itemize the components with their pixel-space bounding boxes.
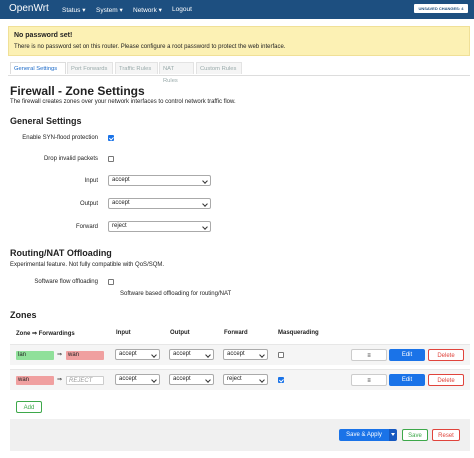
zone-input-value: accept <box>119 376 137 382</box>
sw-offload-checkbox[interactable] <box>108 279 114 285</box>
sw-offload-help: Software based offloading for routing/NA… <box>120 291 232 297</box>
nav-status[interactable]: Status ▾ <box>62 6 86 14</box>
zone-name-chip: lan <box>16 351 54 360</box>
forward-target-chip: REJECT <box>66 376 104 385</box>
masquerading-checkbox[interactable] <box>278 377 284 383</box>
forward-policy-select[interactable]: reject <box>108 221 211 232</box>
drag-handle-icon[interactable]: ≡ <box>351 374 387 386</box>
top-nav-bar: OpenWrt Status ▾ System ▾ Network ▾ Logo… <box>0 0 474 19</box>
alert-message: There is no password set on this router.… <box>14 44 286 50</box>
zone-input-select[interactable]: accept <box>115 374 160 385</box>
output-policy-select[interactable]: accept <box>108 198 211 209</box>
chevron-down-icon <box>202 224 208 230</box>
nav-logout[interactable]: Logout <box>172 6 192 13</box>
col-forward: Forward <box>224 330 248 336</box>
chevron-down-icon <box>202 178 208 184</box>
save-apply-button[interactable]: Save & Apply <box>339 429 389 441</box>
forward-policy-label: Forward <box>75 224 98 230</box>
zone-row-lan: lan ⇒ wan accept accept accept ≡ Edit De… <box>10 344 470 365</box>
masquerading-checkbox[interactable] <box>278 352 284 358</box>
chevron-down-icon <box>205 377 211 383</box>
chevron-down-icon <box>151 352 157 358</box>
action-footer: Save & Apply Save Reset <box>10 419 470 451</box>
offloading-note: Experimental feature. Not fully compatib… <box>10 262 165 268</box>
forward-arrow-icon: ⇒ <box>57 352 63 358</box>
tab-bar: General Settings Port Forwards Traffic R… <box>8 62 470 84</box>
page-description: The firewall creates zones over your net… <box>10 99 236 105</box>
zone-name-chip: wan <box>16 376 54 385</box>
zone-output-select[interactable]: accept <box>169 374 214 385</box>
tab-traffic-rules[interactable]: Traffic Rules <box>115 62 158 74</box>
delete-button[interactable]: Delete <box>428 374 464 386</box>
edit-button[interactable]: Edit <box>389 349 425 361</box>
save-button[interactable]: Save <box>402 429 428 441</box>
drop-invalid-checkbox[interactable] <box>108 156 114 162</box>
zone-output-value: accept <box>173 351 191 357</box>
chevron-down-icon <box>205 352 211 358</box>
forward-policy-value: reject <box>112 223 127 229</box>
edit-button[interactable]: Edit <box>389 374 425 386</box>
reset-button[interactable]: Reset <box>432 429 460 441</box>
input-policy-select[interactable]: accept <box>108 175 211 186</box>
forward-arrow-icon: ⇒ <box>57 377 63 383</box>
zone-output-value: accept <box>173 376 191 382</box>
zone-input-value: accept <box>119 351 137 357</box>
chevron-down-icon <box>259 377 265 383</box>
zone-forward-select[interactable]: reject <box>223 374 268 385</box>
alert-title: No password set! <box>14 32 73 39</box>
tab-general-settings[interactable]: General Settings <box>10 62 66 74</box>
zone-forward-select[interactable]: accept <box>223 349 268 360</box>
forward-target-chip: wan <box>66 351 104 360</box>
syn-flood-label: Enable SYN-flood protection <box>22 135 98 141</box>
caret-down-icon <box>391 432 395 436</box>
unsaved-changes-badge[interactable]: UNSAVED CHANGES: 4 <box>414 4 468 13</box>
col-output: Output <box>170 330 190 336</box>
col-masquerading: Masquerading <box>278 330 319 336</box>
output-policy-value: accept <box>112 200 130 206</box>
no-password-alert: No password set! There is no password se… <box>8 26 470 56</box>
zones-heading: Zones <box>10 310 37 320</box>
chevron-down-icon <box>259 352 265 358</box>
offloading-heading: Routing/NAT Offloading <box>10 248 112 258</box>
save-apply-dropdown[interactable] <box>389 429 397 441</box>
input-policy-label: Input <box>84 178 98 184</box>
zone-forward-value: reject <box>227 376 242 382</box>
zone-output-select[interactable]: accept <box>169 349 214 360</box>
page-title: Firewall - Zone Settings <box>10 84 145 98</box>
chevron-down-icon <box>202 201 208 207</box>
delete-button[interactable]: Delete <box>428 349 464 361</box>
tab-nat-rules[interactable]: NAT Rules <box>159 62 194 84</box>
brand-logo[interactable]: OpenWrt <box>9 3 49 14</box>
general-settings-heading: General Settings <box>10 116 82 126</box>
zone-row-wan: wan ⇒ REJECT accept accept reject ≡ Edit… <box>10 369 470 390</box>
chevron-down-icon <box>151 377 157 383</box>
drag-handle-icon[interactable]: ≡ <box>351 349 387 361</box>
nav-network[interactable]: Network ▾ <box>133 6 162 14</box>
add-zone-button[interactable]: Add <box>16 401 42 413</box>
nav-system[interactable]: System ▾ <box>96 6 123 14</box>
tab-custom-rules[interactable]: Custom Rules <box>196 62 242 74</box>
syn-flood-checkbox[interactable] <box>108 135 114 141</box>
col-zone: Zone ⇒ Forwardings <box>16 331 75 337</box>
output-policy-label: Output <box>79 201 98 207</box>
sw-offload-label: Software flow offloading <box>34 279 98 285</box>
drop-invalid-label: Drop invalid packets <box>43 156 98 162</box>
zone-forward-value: accept <box>227 351 245 357</box>
zone-input-select[interactable]: accept <box>115 349 160 360</box>
tab-port-forwards[interactable]: Port Forwards <box>67 62 113 74</box>
col-input: Input <box>116 330 131 336</box>
input-policy-value: accept <box>112 177 130 183</box>
